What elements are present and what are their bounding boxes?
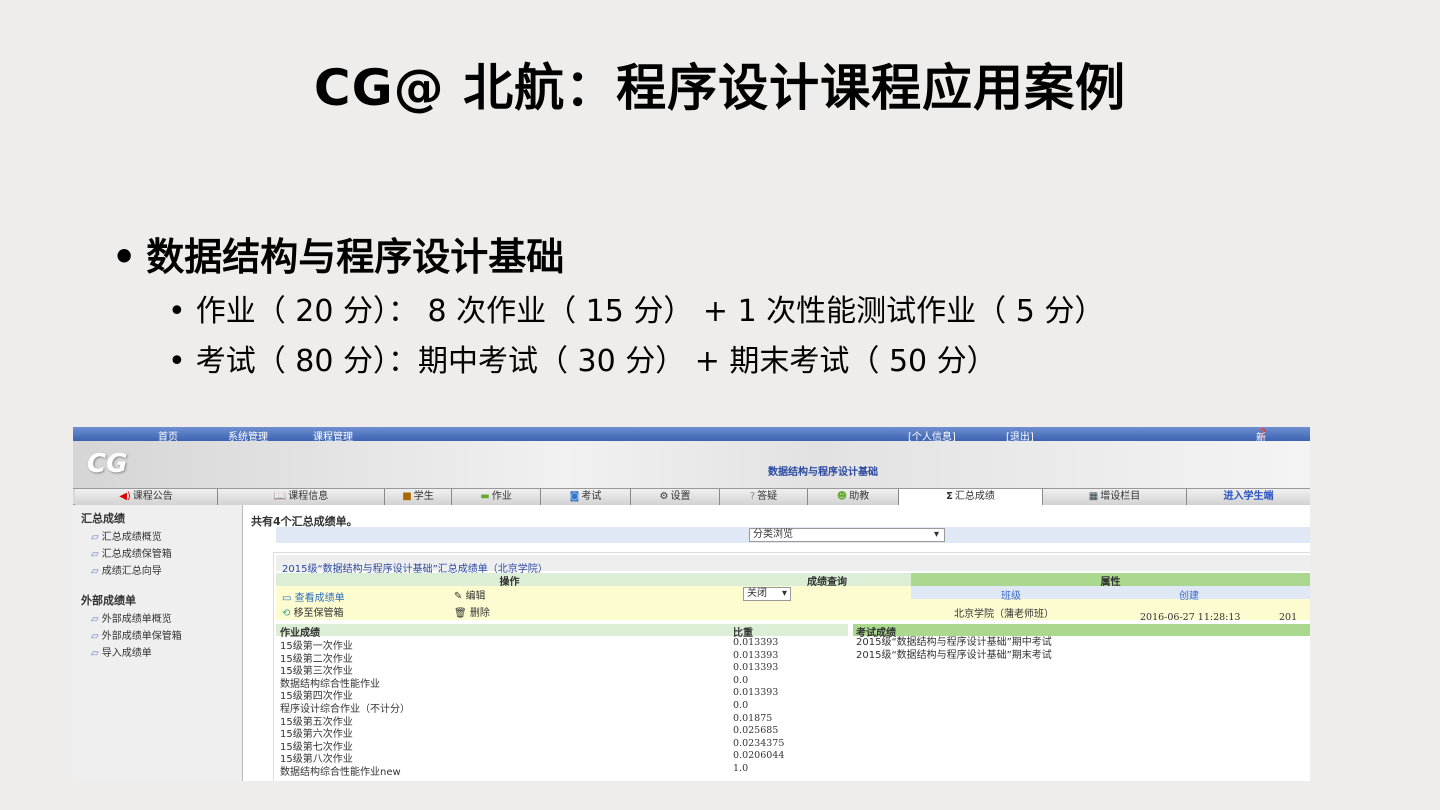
homework-weight: 0.013393 — [733, 649, 779, 661]
folder-icon: ▱ — [91, 614, 99, 625]
move-to-archive-link[interactable]: ⟲ 移至保管箱 — [282, 604, 344, 619]
tab-add-column[interactable]: ▦ 增设栏目 — [1043, 489, 1187, 505]
tab-student-view[interactable]: 进入学生端 — [1187, 489, 1310, 505]
homework-weight: 0.013393 — [733, 662, 779, 674]
sigma-icon: Σ — [946, 491, 953, 502]
qa-icon: ? — [749, 491, 756, 502]
tab-qa[interactable]: ? 答疑 — [720, 489, 808, 505]
sidebar-item[interactable]: ▱ 外部成绩单概览 — [81, 611, 234, 628]
top-nav: 首页 系统管理 课程管理 [个人信息] [退出] ❓新手指南 — [73, 427, 1310, 489]
tab-assistant[interactable]: ☻ 助教 — [808, 489, 899, 505]
bullet-exam: • 考试（ 80 分）：期中考试（ 30 分） + 期末考试（ 50 分） — [168, 344, 997, 379]
tab-settings[interactable]: ⚙ 设置 — [631, 489, 720, 505]
book-icon: 📖 — [273, 491, 287, 502]
query-select[interactable]: 关闭 ▾ — [743, 587, 791, 601]
sidebar-item[interactable]: ▱ 汇总成绩保管箱 — [81, 546, 234, 563]
move-icon: ⟲ — [282, 608, 294, 619]
trash-icon: 🗑 — [454, 608, 470, 619]
folder-icon: ▱ — [91, 549, 99, 560]
homework-icon: ▬ — [480, 491, 490, 502]
folder-icon: ▱ — [91, 532, 99, 543]
folder-icon: ▱ — [91, 631, 99, 642]
tab-course-info[interactable]: 📖 课程信息 — [218, 489, 385, 505]
sidebar-item[interactable]: ▱ 成绩汇总向导 — [81, 563, 234, 580]
homework-weight: 0.01875 — [733, 712, 773, 724]
homework-name: 数据结构综合性能作业new — [280, 767, 401, 778]
sidebar-section-title: 外部成绩单 — [81, 594, 136, 607]
gear-icon: ⚙ — [659, 491, 669, 502]
homework-weight: 0.0206044 — [733, 750, 785, 762]
table-icon: ▭ — [282, 593, 295, 604]
homework-weight: 0.0 — [733, 674, 749, 686]
logo: CG — [87, 449, 128, 479]
exam-item[interactable]: 2015级“数据结构与程序设计基础”期中考试 — [856, 637, 1052, 650]
slide-title: CG@ 北航：程序设计课程应用案例 — [313, 59, 1127, 117]
edit-icon: ✎ — [454, 591, 466, 602]
query-header: 成绩查询 — [743, 573, 911, 588]
dropdown-arrow-icon: ▾ — [781, 588, 787, 599]
folder-icon: ▱ — [91, 566, 99, 577]
view-gradebook-link[interactable]: ▭ 查看成绩单 — [282, 589, 345, 604]
bullet-homework: • 作业（ 20 分）： 8 次作业（ 15 分） + 1 次性能测试作业（ 5 … — [168, 294, 1105, 329]
homework-weight: 0.013393 — [733, 687, 779, 699]
created-time: 2016-06-27 11:28:13 — [1140, 612, 1241, 623]
gradebook-card: 2015级“数据结构与程序设计基础”汇总成绩单（北京学院） 操作 成绩查询 属性… — [273, 552, 1310, 781]
tab-exam[interactable]: ◙ 考试 — [541, 489, 631, 505]
tab-homework[interactable]: ▬ 作业 — [452, 489, 541, 505]
students-icon: ■ — [402, 491, 412, 502]
sidebar-item[interactable]: ▱ 外部成绩单保管箱 — [81, 628, 234, 645]
app-screenshot: 首页 系统管理 课程管理 [个人信息] [退出] ❓新手指南 CG 数据结构与程… — [73, 427, 1310, 781]
sidebar-item[interactable]: ▱ 汇总成绩概览 — [81, 529, 234, 546]
homework-weight: 0.0234375 — [733, 737, 785, 749]
dropdown-arrow-icon: ▾ — [933, 529, 939, 540]
tab-students[interactable]: ■ 学生 — [385, 489, 452, 505]
delete-link[interactable]: 🗑 删除 — [454, 604, 490, 619]
sidebar: 汇总成绩 ▱ 汇总成绩概览 ▱ 汇总成绩保管箱 ▱ 成绩汇总向导 外部成绩单 ▱ 外部成… — [73, 505, 243, 781]
grid-icon: ▦ — [1088, 491, 1099, 502]
exam-list: 2015级“数据结构与程序设计基础”期中考试 2015级“数据结构与程序设计基础… — [856, 637, 1052, 662]
homework-weight: 1.0 — [733, 763, 749, 774]
attr-class-header: 班级 — [1001, 591, 1021, 602]
course-name: 数据结构与程序设计基础 — [768, 467, 878, 478]
homework-weight: 0.013393 — [733, 637, 779, 648]
bullet-main: • 数据结构与程序设计基础 — [112, 235, 565, 279]
sidebar-item[interactable]: ▱ 导入成绩单 — [81, 645, 234, 662]
class-value: 北京学院（蒲老师班） — [954, 609, 1054, 620]
edit-link[interactable]: ✎ 编辑 — [454, 587, 486, 602]
attr-created-header: 创建 — [1179, 591, 1199, 602]
assistant-icon: ☻ — [836, 491, 848, 502]
tab-summary-grades[interactable]: Σ 汇总成绩 — [899, 489, 1043, 505]
main-content: 共有4个汇总成绩单。 分类浏览 ▾ 2015级“数据结构与程序设计基础”汇总成绩单… — [244, 505, 1310, 781]
tab-bar: ◀) 课程公告 📖 课程信息 ■ 学生 ▬ 作业 ◙ 考试 ⚙ 设置 ? 答疑 ☻ 助教 Σ 汇总… — [73, 488, 1310, 505]
sidebar-section-title: 汇总成绩 — [81, 512, 125, 525]
speaker-icon: ◀) — [119, 491, 131, 502]
homework-weight: 0.025685 — [733, 725, 779, 737]
tab-announcement[interactable]: ◀) 课程公告 — [75, 489, 218, 505]
folder-icon: ▱ — [91, 648, 99, 659]
banner: CG 数据结构与程序设计基础 — [73, 441, 1310, 488]
homework-weight: 0.0 — [733, 700, 749, 711]
exam-icon: ◙ — [569, 491, 580, 502]
exam-item[interactable]: 2015级“数据结构与程序设计基础”期末考试 — [856, 650, 1052, 663]
ops-header: 操作 — [276, 573, 743, 588]
created-time-cut: 201 — [1279, 612, 1298, 623]
filter-select[interactable]: 分类浏览 ▾ — [749, 528, 945, 542]
attr-header: 属性 — [911, 573, 1310, 588]
